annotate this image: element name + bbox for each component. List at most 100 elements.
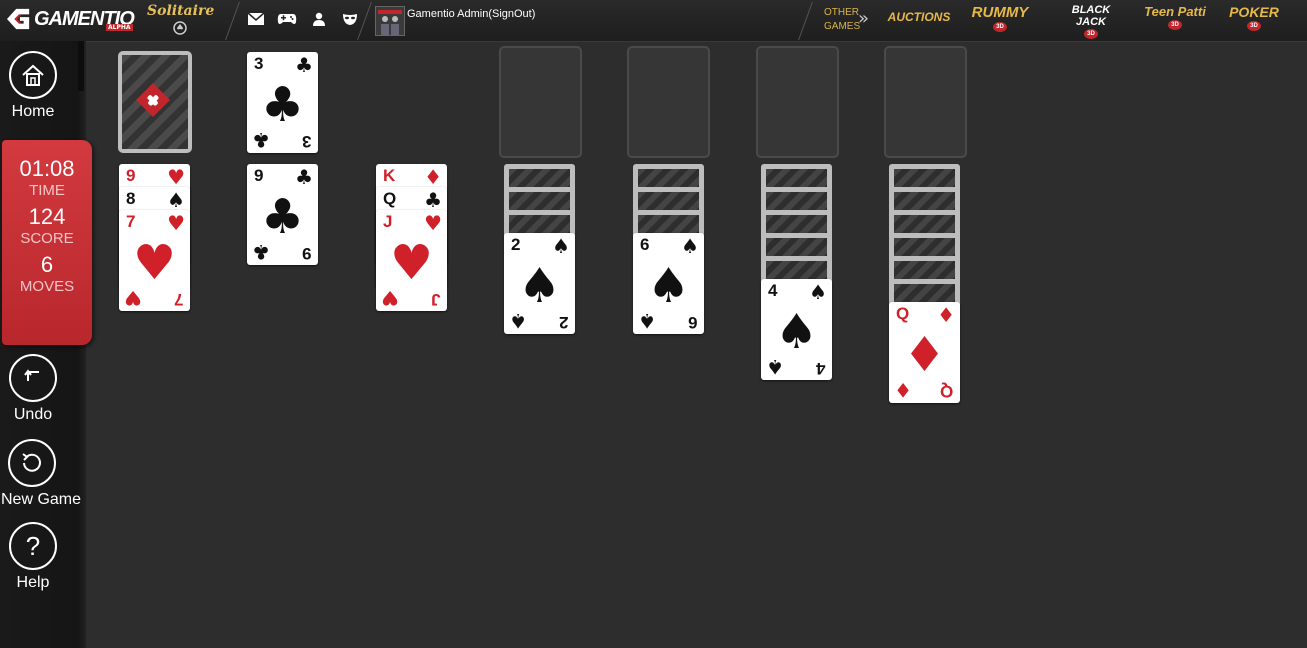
- other-games-line2: GAMES: [824, 21, 861, 32]
- waste-card[interactable]: 3 ♣ ♣ 3 ♣: [247, 52, 318, 153]
- club-icon: ♣: [260, 77, 305, 133]
- stats-panel: 01:08 TIME 124 SCORE 6 MOVES: [2, 140, 92, 345]
- tableau-card[interactable]: 7 ♥ ♥ 7 ♥: [119, 210, 190, 311]
- spade-icon: ♠: [517, 258, 562, 314]
- card-rank: Q: [383, 189, 397, 208]
- home-button[interactable]: Home: [0, 51, 66, 121]
- spade-emblem-icon: [173, 21, 187, 35]
- heart-icon: ♥: [124, 286, 142, 310]
- card-rank: 2: [511, 235, 521, 254]
- time-value: 01:08: [19, 156, 75, 181]
- poker-label: POKER: [1229, 4, 1279, 20]
- moves-label: MOVES: [19, 278, 75, 295]
- tableau-card[interactable]: 9 ♣ ♣ 9 ♣: [247, 164, 318, 265]
- home-label: Home: [11, 103, 55, 120]
- club-icon: ♣: [252, 240, 270, 264]
- divider: [225, 2, 240, 40]
- heart-icon: ♥: [167, 165, 185, 189]
- foundation-slot[interactable]: [627, 46, 710, 158]
- user-icon[interactable]: [308, 8, 330, 30]
- undo-button[interactable]: Undo: [0, 354, 66, 424]
- blackjack-label: BLACK JACK: [1071, 4, 1111, 28]
- auctions-link[interactable]: AUCTIONS: [886, 10, 952, 42]
- double-chevron-right-icon: »: [858, 8, 870, 29]
- card-rank: 9: [126, 166, 136, 185]
- spade-icon: ♠: [509, 309, 527, 333]
- gamentio-logo-mark-icon: [7, 8, 30, 30]
- card-rank: 6: [640, 235, 650, 254]
- tableau-card[interactable]: J ♥ ♥ J ♥: [376, 210, 447, 311]
- spade-icon: ♠: [774, 304, 819, 360]
- tableau-card[interactable]: 2 ♠ ♠ 2 ♠: [504, 233, 575, 334]
- spade-icon: ♠: [167, 188, 185, 212]
- moves-value: 6: [40, 252, 54, 277]
- card-rank: 3: [254, 54, 264, 73]
- divider: [798, 2, 813, 40]
- mask-icon[interactable]: [339, 8, 361, 30]
- club-icon: ♣: [295, 53, 313, 77]
- top-bar: GAMENTIO ALPHA Solitaire Gamentio Admin(…: [0, 0, 1307, 42]
- time-label: TIME: [29, 182, 65, 199]
- undo-icon: [9, 354, 57, 402]
- score-label: SCORE: [20, 230, 74, 247]
- undo-label: Undo: [13, 406, 53, 423]
- help-button[interactable]: ? Help: [0, 522, 66, 592]
- card-rank: 2: [558, 313, 568, 332]
- user-signout-link[interactable]: Gamentio Admin(SignOut): [407, 8, 535, 20]
- card-rank: 3: [301, 132, 311, 151]
- spade-icon: ♠: [681, 234, 699, 258]
- other-games-line1: OTHER: [824, 7, 859, 18]
- avatar[interactable]: [375, 6, 405, 36]
- blackjack-3d-badge: 3D: [1084, 29, 1098, 39]
- card-rank: 4: [768, 281, 778, 300]
- gamepad-icon[interactable]: [276, 8, 298, 30]
- solitaire-logo[interactable]: Solitaire: [147, 2, 215, 36]
- poker-3d-badge: 3D: [1247, 21, 1261, 31]
- teen-patti-3d-badge: 3D: [1168, 20, 1182, 30]
- solitaire-logo-text: Solitaire: [147, 3, 215, 19]
- card-rank: J: [383, 212, 393, 231]
- blackjack-link[interactable]: BLACK JACK 3D: [1058, 4, 1124, 39]
- card-rank: Q: [896, 304, 910, 323]
- heart-icon: ♥: [381, 286, 399, 310]
- mail-icon[interactable]: [245, 8, 267, 30]
- spade-icon: ♠: [766, 355, 784, 379]
- teen-patti-label: Teen Patti: [1144, 4, 1206, 19]
- foundation-slot[interactable]: [499, 46, 582, 158]
- foundation-slot[interactable]: [756, 46, 839, 158]
- club-icon: ♣: [424, 188, 442, 212]
- heart-icon: ♥: [167, 211, 185, 235]
- foundation-slot[interactable]: [884, 46, 967, 158]
- spade-icon: ♠: [646, 258, 691, 314]
- help-label: Help: [16, 574, 50, 591]
- heart-icon: ♥: [389, 235, 434, 291]
- card-rank: 8: [126, 189, 136, 208]
- spade-icon: ♠: [809, 280, 827, 304]
- card-rank: K: [383, 166, 396, 185]
- gamentio-card-back-icon: [136, 83, 170, 117]
- tableau-card[interactable]: 6 ♠ ♠ 6 ♠: [633, 233, 704, 334]
- diamond-icon: ♦: [424, 165, 442, 189]
- score-value: 124: [28, 204, 66, 229]
- card-rank: 7: [126, 212, 136, 231]
- other-games-label: OTHER GAMES: [824, 6, 860, 34]
- teen-patti-link[interactable]: Teen Patti 3D: [1140, 4, 1210, 36]
- club-icon: ♣: [260, 189, 305, 245]
- poker-link[interactable]: POKER 3D: [1226, 4, 1282, 36]
- refresh-icon: [8, 439, 56, 487]
- rummy-label: RUMMY: [971, 4, 1029, 21]
- card-rank: J: [430, 290, 440, 309]
- card-rank: 7: [173, 290, 183, 309]
- stock-pile[interactable]: [118, 51, 192, 153]
- club-icon: ♣: [295, 165, 313, 189]
- rummy-link[interactable]: RUMMY 3D: [968, 4, 1032, 36]
- spade-icon: ♠: [552, 234, 570, 258]
- new-game-button[interactable]: New Game: [0, 439, 82, 509]
- new-game-label: New Game: [0, 491, 82, 508]
- heart-icon: ♥: [424, 211, 442, 235]
- help-icon: ?: [9, 522, 57, 570]
- diamond-icon: ♦: [894, 378, 912, 402]
- tableau-card[interactable]: 4 ♠ ♠ 4 ♠: [761, 279, 832, 380]
- tableau-card[interactable]: Q ♦ ♦ Q ♦: [889, 302, 960, 403]
- card-rank: 9: [254, 166, 264, 185]
